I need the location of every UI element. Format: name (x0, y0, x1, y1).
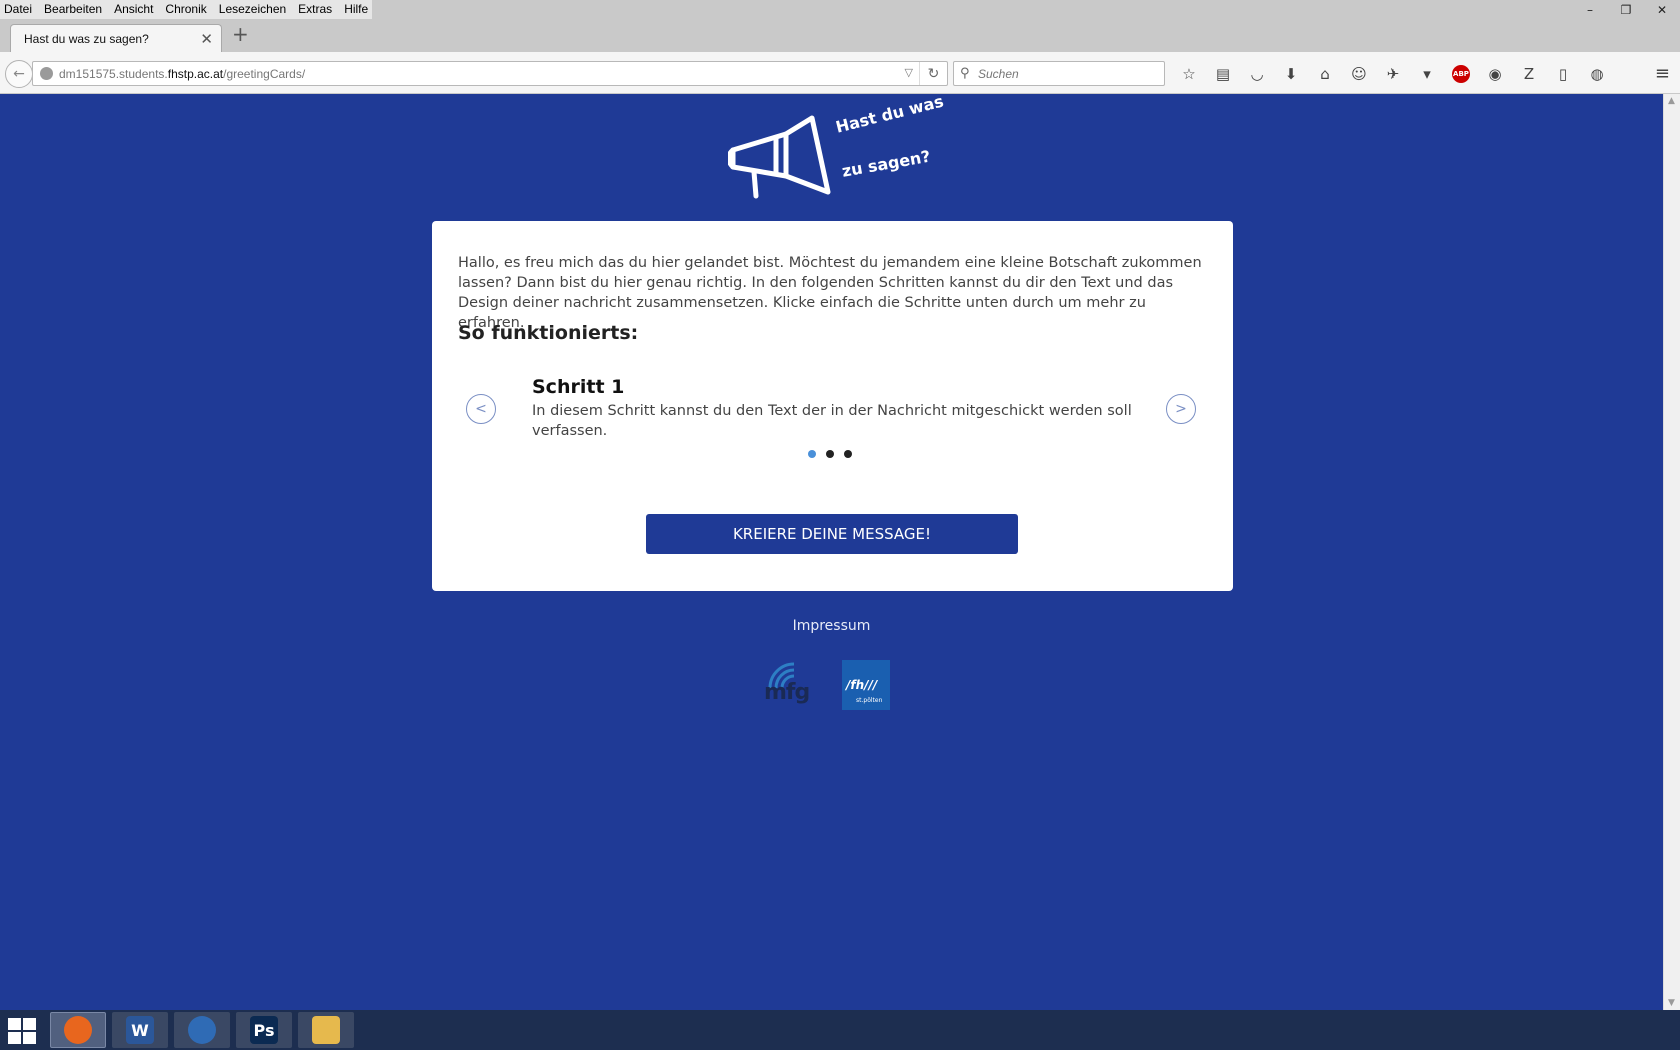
tab-active[interactable]: Hast du was zu sagen? ✕ (10, 24, 222, 53)
fh-st-poelten-logo[interactable]: /fh/// st.pölten (842, 660, 890, 710)
url-text: dm151575.students.fhstp.ac.at/greetingCa… (59, 67, 306, 81)
tab-title: Hast du was zu sagen? (24, 32, 149, 46)
menu-bearbeiten[interactable]: Bearbeiten (44, 0, 102, 19)
menu-extras[interactable]: Extras (298, 0, 332, 19)
page-icon[interactable]: ▯ (1546, 63, 1580, 85)
tab-strip: Hast du was zu sagen? ✕ (0, 20, 1680, 53)
menu-lesezeichen[interactable]: Lesezeichen (219, 0, 286, 19)
search-input[interactable] (978, 65, 1158, 83)
extension-dropdown-icon[interactable]: ▾ (1410, 63, 1444, 85)
navigation-bar: ← dm151575.students.fhstp.ac.at/greeting… (0, 52, 1680, 94)
taskbar-explorer[interactable] (298, 1012, 354, 1048)
how-it-works-heading: So funktionierts: (458, 322, 639, 344)
extension-icon[interactable]: ✈ (1376, 63, 1410, 85)
megaphone-logo: Hast du was zu sagen? (728, 92, 958, 212)
logo-text-line2: zu sagen? (840, 146, 932, 181)
intro-card: Hallo, es freu mich das du hier gelandet… (432, 221, 1233, 591)
intro-text: Hallo, es freu mich das du hier gelandet… (458, 255, 1202, 331)
pocket-icon[interactable]: ◡ (1240, 63, 1274, 85)
slide-title: Schritt 1 (532, 376, 625, 398)
adblock-icon[interactable]: ABP (1444, 63, 1478, 85)
taskbar-firefox[interactable] (50, 1012, 106, 1048)
taskbar-photoshop[interactable]: Ps (236, 1012, 292, 1048)
carousel-next-button[interactable]: > (1166, 394, 1196, 424)
chevron-left-icon: < (475, 401, 487, 417)
explorer-icon (312, 1016, 340, 1044)
menu-list: Datei Bearbeiten Ansicht Chronik Lesezei… (0, 0, 373, 19)
fh-subtext: st.pölten (856, 697, 883, 704)
bookmarks-list-icon[interactable]: ▤ (1206, 63, 1240, 85)
bookmark-star-icon[interactable]: ☆ (1172, 63, 1206, 85)
download-icon[interactable]: ⬇ (1274, 63, 1308, 85)
menu-hilfe[interactable]: Hilfe (344, 0, 368, 19)
thunderbird-icon (188, 1016, 216, 1044)
globe-icon (40, 67, 53, 80)
carousel-dot[interactable] (808, 450, 816, 458)
word-icon: W (126, 1016, 154, 1044)
taskbar-word[interactable]: W (112, 1012, 168, 1048)
menu-chronik[interactable]: Chronik (165, 0, 206, 19)
slide-text: In diesem Schritt kannst du den Text der… (532, 403, 1132, 439)
web-icon[interactable]: ◍ (1580, 63, 1614, 85)
restore-button[interactable]: ❐ (1608, 0, 1644, 20)
carousel-dots (808, 450, 862, 458)
megaphone-icon (728, 115, 831, 199)
taskbar-thunderbird[interactable] (174, 1012, 230, 1048)
toolbar-icons: ☆ ▤ ◡ ⬇ ⌂ ☺ ✈ ▾ ABP ◉ Z ▯ ◍ (1172, 63, 1614, 85)
carousel-dot[interactable] (826, 450, 834, 458)
search-icon: ⚲ (960, 66, 970, 81)
impressum-link[interactable]: Impressum (0, 618, 1663, 634)
tab-close-icon[interactable]: ✕ (200, 30, 213, 48)
carousel-prev-button[interactable]: < (466, 394, 496, 424)
zotero-icon[interactable]: Z (1512, 63, 1546, 85)
new-tab-button[interactable]: + (232, 24, 249, 44)
firefox-icon (64, 1016, 92, 1044)
arrow-left-icon: ← (13, 66, 25, 82)
home-icon[interactable]: ⌂ (1308, 63, 1342, 85)
logo-text-line1: Hast du was (833, 91, 946, 137)
mfg-logo[interactable]: mfg (764, 660, 832, 712)
back-button[interactable]: ← (5, 60, 33, 88)
scroll-down-icon[interactable]: ▼ (1668, 998, 1675, 1008)
url-bar[interactable]: dm151575.students.fhstp.ac.at/greetingCa… (32, 61, 948, 86)
photoshop-icon: Ps (250, 1016, 278, 1044)
hamburger-menu-icon[interactable]: ≡ (1655, 63, 1670, 84)
minimize-button[interactable]: – (1572, 0, 1608, 20)
dropdown-icon[interactable]: ▽ (905, 66, 913, 79)
fh-text: /fh/// (846, 678, 878, 692)
menu-ansicht[interactable]: Ansicht (114, 0, 153, 19)
search-bar[interactable]: ⚲ (953, 61, 1165, 86)
create-message-button[interactable]: KREIERE DEINE MESSAGE! (646, 514, 1018, 554)
mfg-text: mfg (764, 680, 810, 705)
page-scrollbar[interactable]: ▲ ▼ (1663, 94, 1680, 1010)
window-controls: – ❐ ✕ (1572, 0, 1680, 20)
menu-datei[interactable]: Datei (4, 0, 32, 19)
chevron-right-icon: > (1175, 401, 1187, 417)
scroll-up-icon[interactable]: ▲ (1668, 96, 1675, 106)
page-content: Hast du was zu sagen? Hallo, es freu mic… (0, 92, 1663, 1010)
carousel-dot[interactable] (844, 450, 852, 458)
reload-icon[interactable]: ↻ (919, 62, 947, 85)
taskbar: W Ps (0, 1010, 1680, 1050)
chat-icon[interactable]: ☺ (1342, 63, 1376, 85)
close-window-button[interactable]: ✕ (1644, 0, 1680, 20)
windows-start-icon[interactable] (8, 1018, 38, 1044)
sync-icon[interactable]: ◉ (1478, 63, 1512, 85)
menu-bar: Datei Bearbeiten Ansicht Chronik Lesezei… (0, 0, 1680, 20)
